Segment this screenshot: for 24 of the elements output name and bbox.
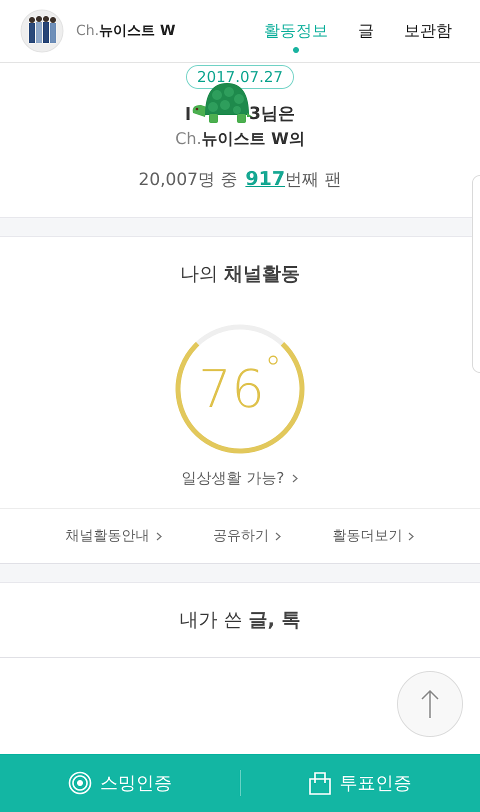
activity-link[interactable]: 채널활동안내 bbox=[66, 527, 162, 545]
chevron-icon bbox=[274, 532, 281, 540]
rank-text: 20,007명 중 bbox=[138, 169, 238, 191]
target-icon bbox=[68, 771, 92, 795]
activity-link[interactable]: 활동더보기 bbox=[332, 527, 414, 545]
channel-name: Ch.뉴이스트 W bbox=[76, 22, 176, 40]
chevron-icon bbox=[156, 532, 162, 540]
section-title: 나의 채널활동 bbox=[180, 262, 300, 287]
chevron-icon bbox=[408, 532, 414, 540]
up-arrow-icon bbox=[420, 689, 440, 719]
degree-unit: ° bbox=[264, 349, 282, 389]
rank-number: 917 bbox=[245, 168, 286, 190]
tab[interactable]: 글 bbox=[346, 12, 386, 50]
user-name: l bbox=[185, 105, 191, 125]
section-title: 내가 쓴 글, 톡 bbox=[180, 608, 300, 633]
user-suffix: 3님은 bbox=[248, 103, 295, 125]
tab[interactable]: 보관함 bbox=[392, 12, 464, 50]
ballot-box-icon bbox=[309, 771, 332, 795]
activity-link[interactable]: 공유하기 bbox=[212, 527, 281, 545]
rank-suffix: 번째 팬 bbox=[285, 169, 342, 191]
status-link[interactable]: 일상생활 가능? bbox=[182, 469, 298, 488]
channel-line: Ch.뉴이스트 W의 bbox=[175, 129, 305, 150]
chevron-icon bbox=[292, 474, 298, 483]
gauge-value: 76 bbox=[198, 360, 265, 420]
